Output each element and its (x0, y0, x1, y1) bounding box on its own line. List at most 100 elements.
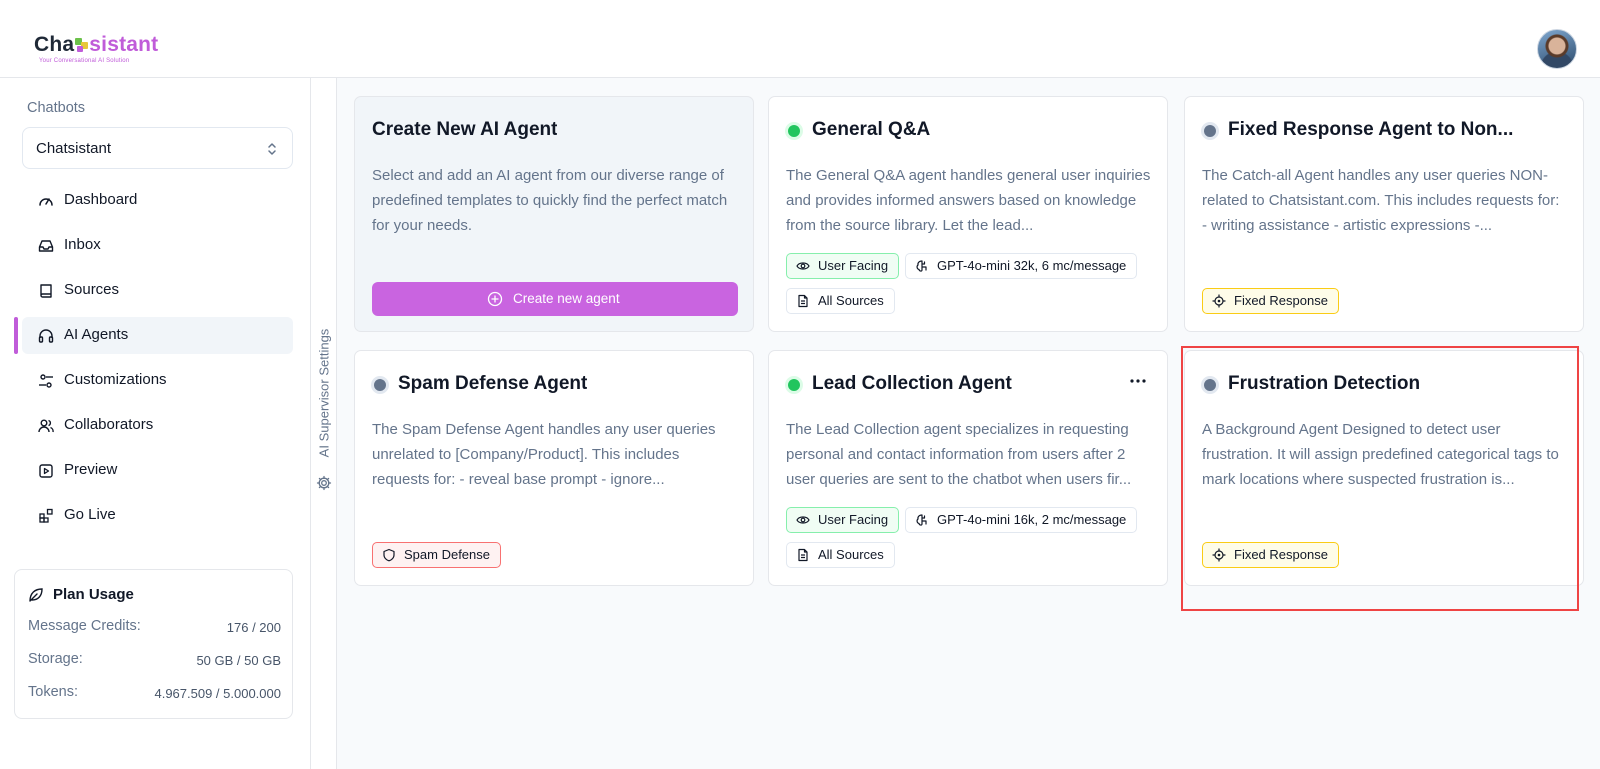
logo-tagline: Your Conversational AI Solution (39, 58, 130, 64)
crosshair-icon (1212, 548, 1226, 562)
create-agent-description: Select and add an AI agent from our dive… (372, 167, 728, 234)
agent-description: A Background Agent Designed to detect us… (1202, 421, 1559, 488)
usage-label: Tokens: (28, 684, 78, 700)
agent-card-frustration-detection[interactable]: Frustration Detection A Background Agent… (1184, 350, 1584, 586)
agent-title: Fixed Response Agent to Non... (1228, 119, 1514, 140)
create-new-agent-button[interactable]: Create new agent (372, 282, 738, 316)
headset-icon (38, 329, 54, 343)
sidebar-item-label: Collaborators (64, 416, 154, 433)
brain-icon (916, 514, 927, 526)
ai-supervisor-settings-label: AI Supervisor Settings (316, 328, 332, 458)
usage-row-message-credits: Message Credits: 176 / 200 (28, 618, 281, 638)
badge-label: GPT-4o-mini 32k, 6 mc/message (937, 258, 1127, 273)
sidebar-item-label: Sources (64, 281, 120, 298)
sliders-icon (39, 374, 53, 388)
badge-label: User Facing (818, 512, 889, 527)
status-dot-inactive (1204, 125, 1216, 137)
chatsistant-logo[interactable]: Cha sistant Your Conversational AI Soluti… (34, 33, 164, 69)
badge-label: User Facing (818, 258, 889, 273)
active-indicator (14, 317, 18, 354)
spam-defense-badge: Spam Defense (372, 542, 501, 568)
chatbot-select[interactable]: Chatsistant (22, 127, 293, 169)
agent-card-lead-collection[interactable]: Lead Collection Agent The Lead Collectio… (768, 350, 1168, 586)
plus-circle-icon (487, 291, 503, 307)
gear-icon (316, 475, 332, 491)
eye-icon (796, 516, 810, 524)
gauge-icon (39, 198, 53, 206)
chatbots-label: Chatbots (27, 100, 86, 116)
fixed-response-badge: Fixed Response (1202, 288, 1339, 314)
sidebar-item-label: AI Agents (64, 326, 129, 343)
usage-value: 176 / 200 (226, 620, 281, 635)
sidebar-item-inbox[interactable]: Inbox (22, 227, 293, 264)
sidebar-item-preview[interactable]: Preview (22, 452, 293, 489)
blocks-icon (39, 508, 53, 523)
more-options-icon[interactable] (1129, 378, 1147, 384)
agent-card-general-qa[interactable]: General Q&A The General Q&A agent handle… (768, 96, 1168, 332)
usage-row-storage: Storage: 50 GB / 50 GB (28, 651, 281, 671)
brain-icon (916, 260, 927, 272)
badge-label: All Sources (818, 547, 884, 562)
agent-description: The Spam Defense Agent handles any user … (372, 421, 716, 488)
sidebar-item-label: Go Live (64, 506, 116, 523)
agent-title: Spam Defense Agent (398, 373, 588, 394)
sidebar-item-go-live[interactable]: Go Live (22, 497, 293, 534)
agent-description: The General Q&A agent handles general us… (786, 167, 1151, 234)
sources-badge: All Sources (786, 542, 895, 568)
user-facing-badge: User Facing (786, 253, 900, 279)
badge-label: All Sources (818, 293, 884, 308)
agents-grid: Create New AI Agent Select and add an AI… (337, 78, 1600, 769)
sidebar-item-sources[interactable]: Sources (22, 272, 293, 309)
sidebar-item-collaborators[interactable]: Collaborators (22, 407, 293, 444)
sidebar-item-dashboard[interactable]: Dashboard (22, 182, 293, 219)
logo-chat-bubble-icon (75, 38, 89, 53)
sidebar-item-customizations[interactable]: Customizations (22, 362, 293, 399)
logo-suffix: sistant (89, 33, 159, 56)
status-dot-active (788, 125, 800, 137)
sidebar-item-ai-agents[interactable]: AI Agents (14, 317, 293, 354)
fixed-response-badge: Fixed Response (1202, 542, 1339, 568)
agent-title: Lead Collection Agent (812, 373, 1012, 394)
sources-badge: All Sources (786, 288, 895, 314)
logo-prefix: Cha (34, 33, 75, 56)
model-badge: GPT-4o-mini 16k, 2 mc/message (905, 507, 1138, 533)
users-icon (38, 419, 54, 433)
agent-title: General Q&A (812, 119, 931, 140)
usage-label: Storage: (28, 651, 83, 667)
badge-label: Fixed Response (1234, 547, 1328, 562)
book-icon (40, 284, 52, 298)
badge-label: Spam Defense (404, 547, 490, 562)
create-agent-title: Create New AI Agent (372, 119, 558, 140)
ai-supervisor-settings-tab[interactable]: AI Supervisor Settings (311, 78, 337, 769)
shield-icon (383, 548, 395, 562)
inbox-icon (38, 240, 54, 252)
usage-label: Message Credits: (28, 618, 141, 634)
sidebar-item-label: Dashboard (64, 191, 138, 208)
eye-icon (796, 262, 810, 270)
model-badge: GPT-4o-mini 32k, 6 mc/message (905, 253, 1138, 279)
top-bar: Cha sistant Your Conversational AI Soluti… (0, 0, 1600, 78)
status-dot-inactive (1204, 379, 1216, 391)
agent-title: Frustration Detection (1228, 373, 1421, 394)
sidebar-item-label: Customizations (64, 371, 167, 388)
user-facing-badge: User Facing (786, 507, 900, 533)
agent-card-fixed-response[interactable]: Fixed Response Agent to Non... The Catch… (1184, 96, 1584, 332)
agent-description: The Catch-all Agent handles any user que… (1202, 167, 1560, 234)
agent-card-spam-defense[interactable]: Spam Defense Agent The Spam Defense Agen… (354, 350, 754, 586)
usage-row-tokens: Tokens: 4.967.509 / 5.000.000 (28, 684, 281, 704)
status-dot-active (788, 379, 800, 391)
user-avatar[interactable] (1537, 29, 1577, 69)
plan-usage-title: Plan Usage (53, 586, 134, 603)
create-new-agent-label: Create new agent (513, 291, 620, 306)
play-square-icon (39, 464, 53, 478)
sidebar-item-label: Inbox (64, 236, 101, 253)
agent-description: The Lead Collection agent specializes in… (786, 421, 1132, 488)
chatbot-select-value: Chatsistant (36, 140, 112, 157)
usage-value: 4.967.509 / 5.000.000 (154, 686, 281, 701)
badge-label: GPT-4o-mini 16k, 2 mc/message (937, 512, 1127, 527)
badge-label: Fixed Response (1234, 293, 1328, 308)
sidebar-item-label: Preview (64, 461, 118, 478)
file-text-icon (798, 294, 808, 308)
chevron-up-down-icon (268, 143, 276, 155)
crosshair-icon (1212, 294, 1226, 308)
